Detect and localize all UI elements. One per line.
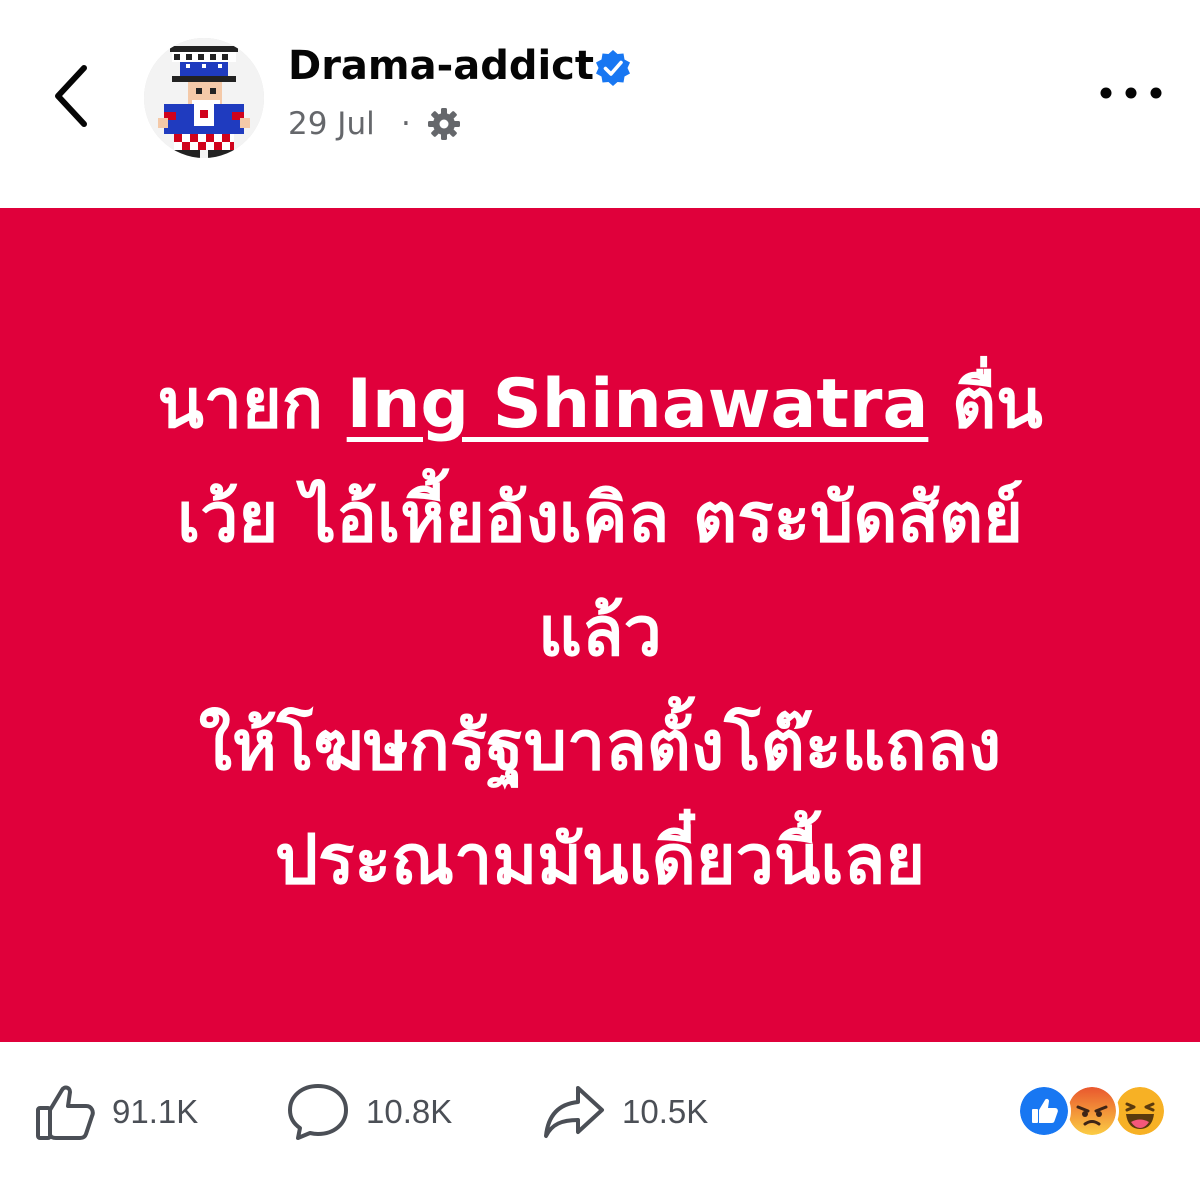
banner-text: นายก Ing Shinawatra ตื่น เว้ย ไอ้เหี้ยอั… (60, 348, 1140, 918)
banner-line-1-prefix: นายก (157, 365, 347, 444)
banner-line-5: ประณามมันเดี๋ยวนี้เลย (274, 821, 926, 900)
angry-reaction-icon (1068, 1087, 1116, 1135)
haha-reaction-icon (1116, 1087, 1164, 1135)
share-arrow-icon (544, 1086, 604, 1138)
avatar[interactable] (144, 38, 264, 158)
share-count: 10.5K (622, 1093, 709, 1130)
banner-line-1-suffix: ตื่น (928, 365, 1043, 444)
avatar-pixel-art-icon (144, 38, 264, 158)
gear-icon (428, 108, 460, 140)
more-dots-icon[interactable] (1096, 78, 1166, 108)
post-text-banner: นายก Ing Shinawatra ตื่น เว้ย ไอ้เหี้ยอั… (0, 208, 1200, 1042)
chevron-left-icon[interactable] (40, 58, 104, 134)
meta-separator: · (401, 106, 411, 142)
banner-line-4: ให้โฆษกรัฐบาลตั้งโต๊ะแถลง (198, 707, 1002, 786)
comment-count: 10.8K (366, 1093, 453, 1130)
comment-bubble-icon (288, 1084, 348, 1140)
mention-link[interactable]: Ing Shinawatra (347, 365, 929, 444)
like-reaction-icon (1020, 1087, 1068, 1135)
banner-line-2: เว้ย ไอ้เหี้ยอังเคิล ตระบัดสัตย์ (176, 479, 1024, 558)
banner-line-1: นายก Ing Shinawatra ตื่น (60, 348, 1140, 462)
banner-line-3: แล้ว (538, 593, 662, 672)
comment-button[interactable]: 10.8K (286, 1082, 476, 1142)
author-name[interactable]: Drama-addict (288, 38, 594, 94)
action-bar: 91.1K 10.8K 10.5K (0, 1042, 1200, 1200)
like-count: 91.1K (112, 1093, 199, 1130)
post-date[interactable]: 29 Jul (288, 106, 375, 142)
verified-badge-icon (596, 50, 630, 86)
like-button[interactable]: 91.1K (34, 1082, 224, 1142)
reaction-summary[interactable] (1018, 1087, 1168, 1139)
share-button[interactable]: 10.5K (542, 1082, 732, 1142)
thumbs-up-icon (36, 1085, 95, 1140)
post-header: Drama-addict 29 Jul · (0, 0, 1200, 208)
